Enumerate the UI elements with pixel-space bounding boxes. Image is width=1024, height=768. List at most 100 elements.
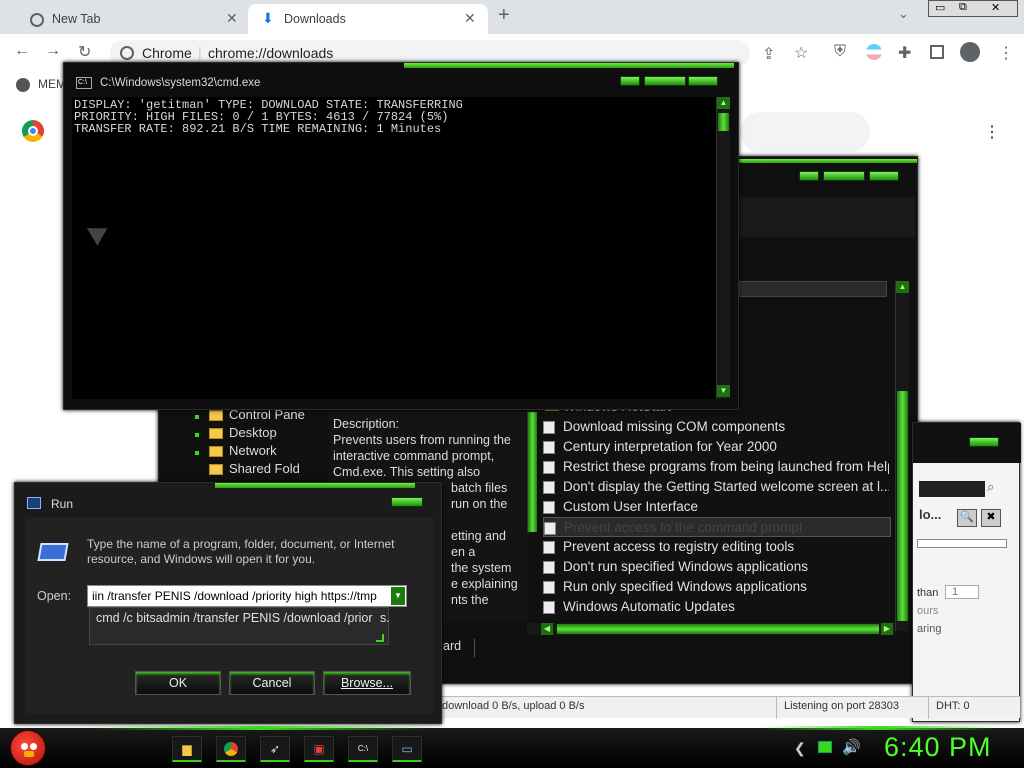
tree-item[interactable]: Network [195, 443, 277, 461]
status-transfer: download 0 B/s, upload 0 B/s [442, 700, 585, 712]
bookmark-star-icon[interactable]: ☆ [794, 43, 808, 63]
minimize-button[interactable] [620, 76, 640, 86]
dialog-description: Type the name of a program, folder, docu… [87, 537, 395, 566]
taskbar-glow [760, 726, 1000, 730]
console-output[interactable]: DISPLAY: 'getitman' TYPE: DOWNLOAD STATE… [72, 97, 720, 399]
side-panel-icon[interactable] [930, 45, 944, 59]
chrome-icon [120, 46, 134, 60]
list-item[interactable]: Download missing COM components [543, 417, 889, 437]
new-tab-button[interactable]: + [498, 4, 510, 27]
rocket-icon[interactable]: ➶ [260, 736, 290, 762]
resize-grip-icon[interactable] [376, 634, 384, 642]
more-options-icon[interactable]: ⋮ [984, 122, 1000, 142]
open-input[interactable]: iin /transfer PENIS /download /priority … [87, 585, 407, 607]
close-button[interactable] [969, 437, 999, 447]
share-icon[interactable]: ⇪ [762, 44, 775, 64]
policy-icon [543, 421, 555, 434]
scroll-thumb[interactable] [718, 113, 729, 131]
list-item[interactable]: Don't run specified Windows applications [543, 557, 889, 577]
volume-icon[interactable]: 🔊 [842, 738, 861, 756]
tree-item[interactable]: Shared Fold [209, 461, 300, 479]
close-icon[interactable]: ✕ [226, 10, 238, 27]
description-scrollbar[interactable] [527, 412, 537, 532]
search-downloads-field[interactable] [740, 112, 870, 152]
app-icon[interactable]: ▣ [304, 736, 334, 762]
horizontal-scrollbar[interactable]: ◀ ▶ [527, 623, 895, 635]
scroll-left-icon[interactable]: ◀ [541, 623, 553, 635]
minimize-button[interactable] [799, 171, 819, 181]
tab-standard[interactable]: ard [441, 639, 475, 657]
run-icon[interactable]: ▭ [392, 736, 422, 762]
scroll-up-icon[interactable]: ▲ [896, 281, 909, 293]
scroll-thumb[interactable] [557, 624, 879, 634]
expand-icon [195, 451, 199, 455]
download-icon: ⬇ [262, 10, 274, 26]
list-item[interactable]: Don't display the Getting Started welcom… [543, 477, 889, 497]
title-accent [404, 63, 734, 68]
search-icon[interactable]: 🔍 [957, 509, 977, 527]
list-item[interactable]: Restrict these programs from being launc… [543, 457, 889, 477]
close-button[interactable] [869, 171, 899, 181]
number-field[interactable]: 1 [945, 585, 979, 599]
list-item-selected[interactable]: Prevent access to the command prompt [543, 517, 891, 537]
close-button[interactable] [391, 497, 423, 507]
scroll-right-icon[interactable]: ▶ [881, 623, 893, 635]
ok-button[interactable]: OK [135, 671, 221, 695]
bookmark-item[interactable]: MEM [38, 77, 66, 91]
scroll-thumb[interactable] [897, 391, 908, 621]
tab-label: Downloads [284, 12, 346, 26]
run-app-icon [37, 543, 69, 561]
puzzle-icon[interactable]: ✚ [898, 43, 911, 63]
network-icon[interactable] [818, 741, 832, 753]
close-icon[interactable]: ✕ [991, 1, 1000, 14]
reload-icon[interactable]: ↻ [78, 42, 91, 62]
taskbar [0, 726, 1024, 768]
taskbar-glow [90, 726, 430, 730]
tree-item[interactable]: Desktop [195, 425, 277, 443]
search-field[interactable] [919, 481, 985, 497]
back-icon[interactable]: ← [14, 42, 30, 60]
console-scrollbar[interactable]: ▲ ▼ [716, 97, 730, 399]
search-icon[interactable]: ⌕ [987, 479, 994, 495]
list-item[interactable]: Century interpretation for Year 2000 [543, 437, 889, 457]
start-angry-bird-icon[interactable] [10, 730, 46, 766]
description-heading: Description: [333, 417, 399, 431]
policy-icon [544, 522, 556, 535]
chevron-down-icon[interactable]: ▼ [391, 587, 405, 605]
autocomplete-item[interactable]: cmd /c bitsadmin /transfer PENIS /downlo… [96, 611, 388, 625]
cmd-icon: C:\ [76, 77, 92, 89]
tab-new-tab[interactable]: New Tab ✕ [8, 4, 246, 34]
forward-icon[interactable]: → [45, 42, 61, 60]
tab-downloads[interactable]: ⬇ Downloads ✕ [248, 4, 488, 34]
maximize-button[interactable] [644, 76, 686, 86]
restore-icon[interactable]: ⧉ [959, 1, 967, 14]
status-bar: download 0 B/s, upload 0 B/s Listening o… [436, 696, 1020, 719]
menu-icon[interactable]: ⋮ [998, 43, 1014, 63]
scroll-down-icon[interactable]: ▼ [717, 385, 730, 397]
close-icon[interactable]: ✕ [464, 10, 476, 27]
column-header [739, 281, 887, 297]
ublock-icon[interactable]: ⛨ [834, 43, 846, 61]
close-button[interactable] [688, 76, 718, 86]
back-icon[interactable]: ❮ [794, 740, 806, 757]
clock[interactable]: 6:40 PM [884, 732, 992, 763]
minimize-icon[interactable]: ▭ [935, 1, 945, 14]
maximize-button[interactable] [823, 171, 865, 181]
list-item[interactable]: Prevent access to registry editing tools [543, 537, 889, 557]
dialog-title: Run [51, 497, 74, 511]
list-item[interactable]: Windows Automatic Updates [543, 597, 889, 617]
extension-icon[interactable] [866, 44, 882, 60]
chrome-icon[interactable] [216, 736, 246, 762]
list-item[interactable]: Run only specified Windows applications [543, 577, 889, 597]
cancel-button[interactable]: Cancel [229, 671, 315, 695]
settings-scrollbar[interactable]: ▲ [895, 281, 909, 631]
close-icon[interactable]: ✖ [981, 509, 1001, 527]
browse-button[interactable]: Browse... [323, 671, 411, 695]
profile-avatar-icon[interactable] [960, 42, 980, 62]
cmd-icon[interactable]: C:\ [348, 736, 378, 762]
scroll-up-icon[interactable]: ▲ [717, 97, 730, 109]
option-label: than [917, 587, 939, 599]
folder-icon[interactable]: ▆ [172, 736, 202, 762]
list-item[interactable]: Custom User Interface [543, 497, 889, 517]
chevron-down-icon[interactable]: ⌄ [898, 6, 909, 22]
